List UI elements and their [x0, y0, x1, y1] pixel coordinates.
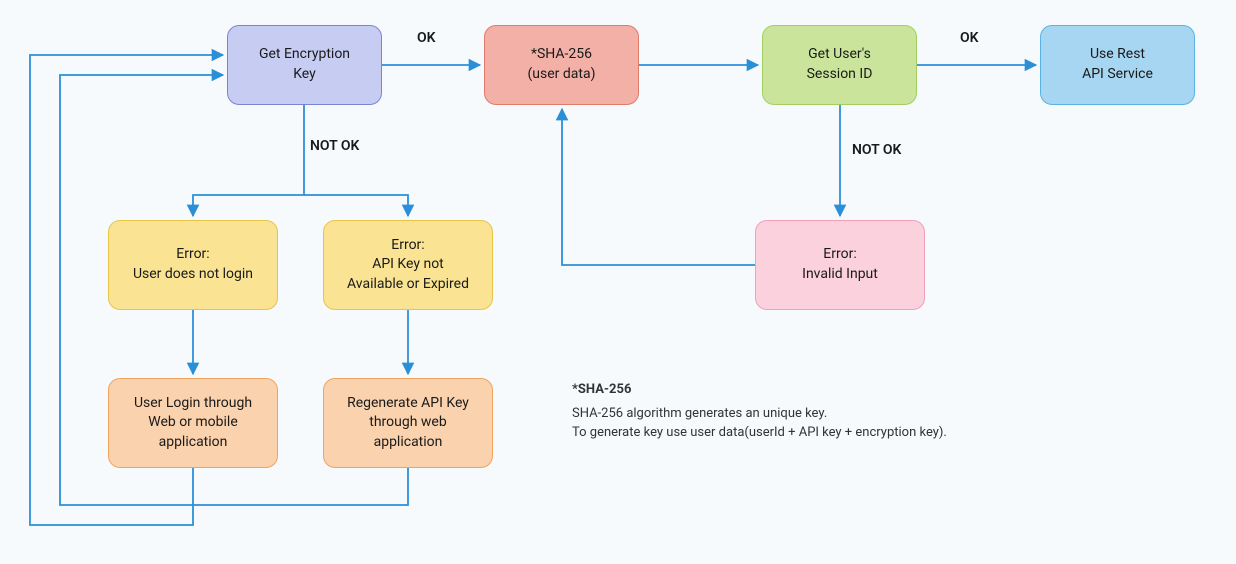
- node-user-login-action: User Login through Web or mobile applica…: [108, 378, 278, 468]
- node-text: Key: [293, 66, 316, 82]
- node-text: through web: [369, 414, 446, 430]
- node-text: Available or Expired: [347, 276, 469, 292]
- node-text: Get Encryption: [259, 46, 350, 62]
- node-error-invalid-input: Error: Invalid Input: [755, 220, 925, 310]
- node-text: Use Rest: [1090, 46, 1145, 62]
- node-text: User does not login: [133, 266, 253, 282]
- node-text: Get User's: [808, 46, 871, 62]
- node-text: application: [374, 434, 443, 450]
- node-text: Web or mobile: [148, 414, 238, 430]
- sha256-note: *SHA-256 SHA-256 algorithm generates an …: [572, 380, 947, 443]
- node-sha256: *SHA-256 (user data): [484, 25, 639, 105]
- edge-label-ok-2: OK: [960, 30, 979, 46]
- node-get-session-id: Get User's Session ID: [762, 25, 917, 105]
- node-error-api-key: Error: API Key not Available or Expired: [323, 220, 493, 310]
- node-text: (user data): [528, 66, 596, 82]
- node-text: application: [159, 434, 228, 450]
- node-text: *SHA-256: [531, 46, 592, 62]
- node-text: API Key not: [372, 256, 444, 272]
- node-text: Error:: [391, 237, 424, 253]
- node-text: Session ID: [807, 66, 873, 82]
- node-text: Error:: [823, 246, 856, 262]
- note-line: To generate key use user data(userId + A…: [572, 423, 947, 443]
- node-text: Invalid Input: [802, 266, 878, 282]
- edge-label-ok-1: OK: [417, 30, 436, 46]
- edge-label-notok-2: NOT OK: [852, 142, 901, 158]
- node-error-user-not-login: Error: User does not login: [108, 220, 278, 310]
- edge-label-notok-1: NOT OK: [310, 138, 359, 154]
- note-line: SHA-256 algorithm generates an unique ke…: [572, 404, 947, 424]
- node-text: Regenerate API Key: [347, 395, 469, 411]
- node-use-rest-api: Use Rest API Service: [1040, 25, 1195, 105]
- node-regenerate-api-key: Regenerate API Key through web applicati…: [323, 378, 493, 468]
- note-title: *SHA-256: [572, 380, 947, 400]
- node-text: User Login through: [134, 395, 252, 411]
- node-text: API Service: [1082, 66, 1153, 82]
- node-text: Error:: [176, 246, 209, 262]
- node-get-encryption-key: Get Encryption Key: [227, 25, 382, 105]
